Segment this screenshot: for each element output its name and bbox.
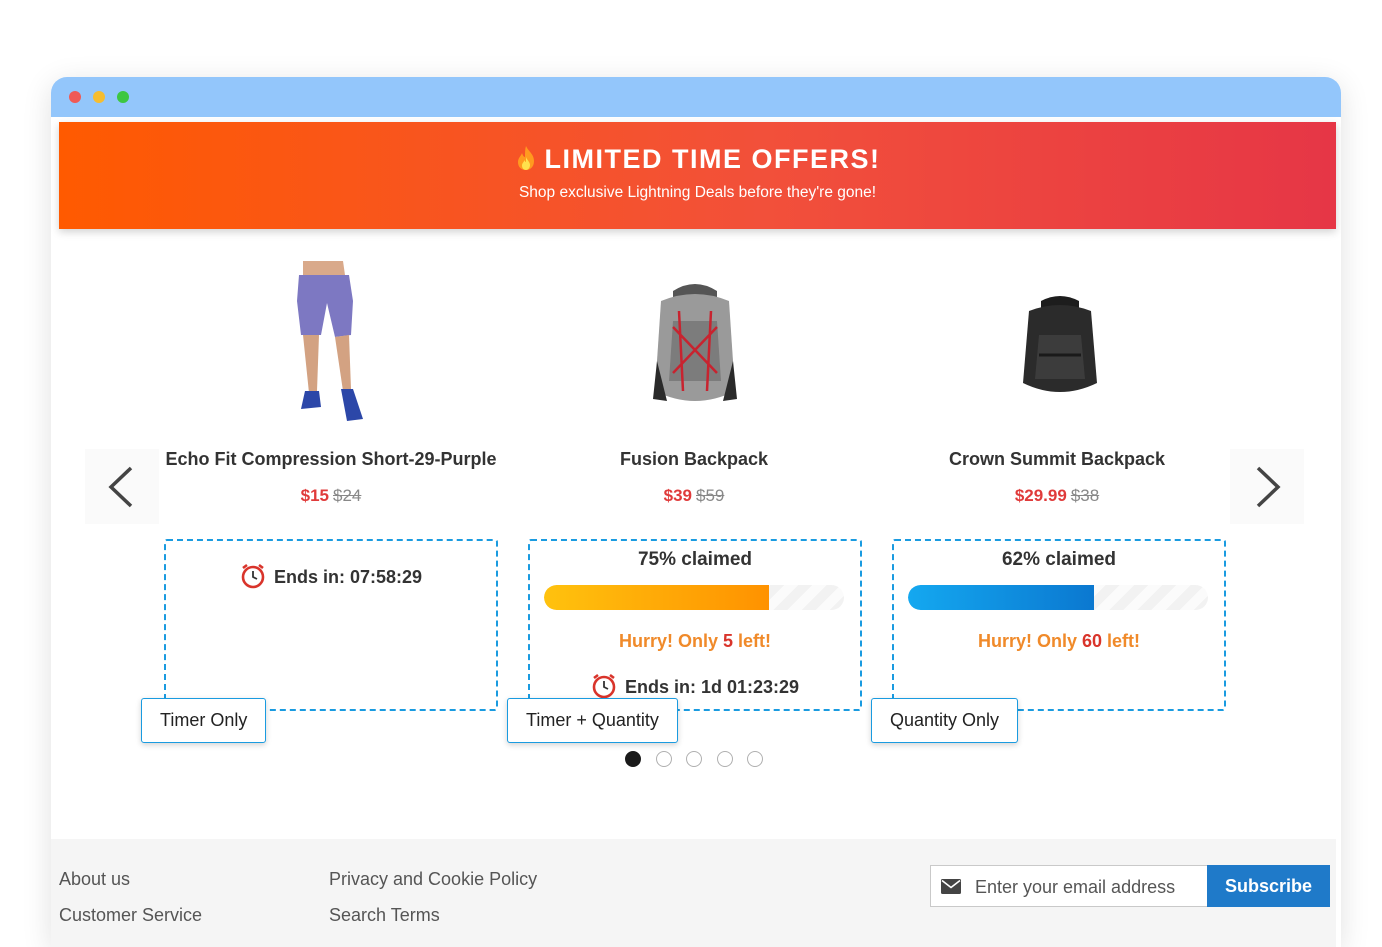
carousel-next-button[interactable] <box>1230 449 1304 524</box>
claimed-label: 62% claimed <box>1001 549 1117 570</box>
stock-warning: Hurry! Only 60 left! <box>977 631 1141 651</box>
claimed-progress-fill <box>544 585 769 610</box>
chevron-right-icon <box>1256 466 1281 508</box>
tag-timer-quantity: Timer + Quantity <box>507 698 678 743</box>
alarm-clock-icon <box>592 673 616 699</box>
sale-price: $39 <box>663 486 692 505</box>
sale-price: $29.99 <box>1014 486 1067 505</box>
banner-title: LIMITED TIME OFFERS! <box>59 144 1336 175</box>
original-price: $38 <box>1070 486 1100 505</box>
footer-link-search-terms[interactable]: Search Terms <box>329 905 440 926</box>
product-name[interactable]: Fusion Backpack <box>514 449 874 470</box>
product-price: $29.99 $38 <box>877 486 1237 506</box>
original-price: $24 <box>333 486 362 505</box>
deal-box-timer: Ends in: 07:58:29 <box>164 539 498 711</box>
claimed-progress-bar <box>908 585 1208 610</box>
product-price: $15 $24 <box>151 486 511 506</box>
footer-link-privacy[interactable]: Privacy and Cookie Policy <box>329 869 537 890</box>
footer-link-about[interactable]: About us <box>59 869 130 890</box>
deal-box-timer-quantity: 75% claimed Hurry! Only 5 left! Ends in:… <box>528 539 862 711</box>
countdown-timer: Ends in: 1d 01:23:29 <box>530 673 860 699</box>
carousel-prev-button[interactable] <box>85 449 159 524</box>
product-name[interactable]: Echo Fit Compression Short-29-Purple <box>151 449 511 470</box>
footer-link-customer-service[interactable]: Customer Service <box>59 905 202 926</box>
banner-subtitle: Shop exclusive Lightning Deals before th… <box>518 184 877 201</box>
countdown-timer: Ends in: 07:58:29 <box>166 563 496 589</box>
maximize-window-dot[interactable] <box>117 91 129 103</box>
subscribe-button[interactable]: Subscribe <box>1207 865 1330 907</box>
title-bar <box>51 77 1341 117</box>
alarm-clock-icon <box>241 563 265 589</box>
product-name[interactable]: Crown Summit Backpack <box>877 449 1237 470</box>
stock-warning: Hurry! Only 5 left! <box>618 631 772 651</box>
sale-price: $15 <box>300 486 329 505</box>
product-image-crown-backpack[interactable] <box>1017 295 1103 399</box>
carousel-dot-5[interactable] <box>747 751 763 767</box>
email-input[interactable] <box>975 874 1200 900</box>
close-window-dot[interactable] <box>69 91 81 103</box>
carousel-dot-3[interactable] <box>686 751 702 767</box>
claimed-progress-bar <box>544 585 844 610</box>
product-image-shorts[interactable] <box>291 261 371 431</box>
claimed-progress-fill <box>908 585 1094 610</box>
original-price: $59 <box>696 486 725 505</box>
envelope-icon <box>941 879 961 894</box>
promo-banner: LIMITED TIME OFFERS! Shop exclusive Ligh… <box>59 122 1336 229</box>
chevron-left-icon <box>108 466 133 508</box>
minimize-window-dot[interactable] <box>93 91 105 103</box>
fire-icon <box>517 146 534 170</box>
product-price: $39 $59 <box>514 486 874 506</box>
tag-quantity-only: Quantity Only <box>871 698 1019 743</box>
claimed-label: 75% claimed <box>637 549 753 570</box>
carousel-dot-2[interactable] <box>655 751 672 767</box>
tag-timer-only: Timer Only <box>141 698 267 743</box>
footer: About us Customer Service Privacy and Co… <box>51 839 1336 947</box>
newsletter-email-field[interactable] <box>930 865 1208 907</box>
carousel-dot-4[interactable] <box>716 751 733 767</box>
product-image-fusion-backpack[interactable] <box>643 281 747 413</box>
carousel-dot-1[interactable] <box>625 751 641 767</box>
browser-window: LIMITED TIME OFFERS! Shop exclusive Ligh… <box>51 77 1341 947</box>
deal-box-quantity: 62% claimed Hurry! Only 60 left! <box>892 539 1226 711</box>
